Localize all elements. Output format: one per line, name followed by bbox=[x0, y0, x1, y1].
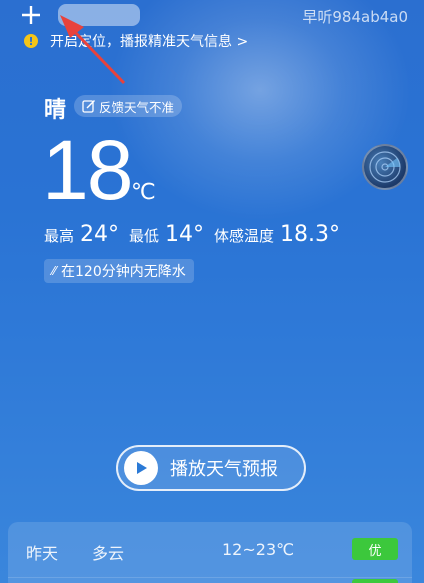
play-icon bbox=[124, 451, 158, 485]
high-value: 24° bbox=[80, 222, 120, 247]
feedback-button[interactable]: 反馈天气不准 bbox=[74, 95, 183, 117]
warning-icon: ! bbox=[24, 34, 38, 48]
high-label: 最高 bbox=[44, 227, 75, 245]
aqi-badge: 优 bbox=[352, 538, 398, 560]
temperature-unit: ℃ bbox=[131, 180, 156, 205]
forecast-day: 昨天 bbox=[26, 544, 59, 563]
feedback-label: 反馈天气不准 bbox=[99, 99, 175, 115]
plus-icon bbox=[22, 6, 40, 24]
top-bar: 早听984ab4a0 bbox=[0, 0, 424, 32]
city-name-redacted[interactable] bbox=[58, 4, 140, 26]
forecast-temp-range: 12~23℃ bbox=[222, 540, 295, 559]
edit-icon bbox=[82, 100, 95, 113]
rain-forecast-text: 在120分钟内无降水 bbox=[61, 264, 186, 280]
location-permission-tip[interactable]: ! 开启定位，播报精准天气信息 > bbox=[24, 31, 248, 51]
play-forecast-label: 播放天气预报 bbox=[170, 459, 278, 480]
low-label: 最低 bbox=[129, 227, 160, 245]
feels-like-label: 体感温度 bbox=[214, 227, 275, 245]
play-forecast-button[interactable]: 播放天气预报 bbox=[116, 445, 306, 491]
weather-condition: 晴 bbox=[44, 98, 67, 123]
account-id: 早听984ab4a0 bbox=[302, 8, 408, 26]
feels-like-value: 18.3° bbox=[280, 222, 341, 247]
current-temperature: 18 bbox=[42, 123, 133, 217]
temperature-stats: 最高 24° 最低 14° 体感温度 18.3° bbox=[44, 222, 350, 247]
low-value: 14° bbox=[165, 222, 205, 247]
location-tip-text: 开启定位，播报精准天气信息 > bbox=[50, 34, 249, 50]
rain-forecast-chip[interactable]: ⁄⁄ 在120分钟内无降水 bbox=[44, 259, 194, 283]
forecast-card: 昨天 多云 12~23℃ 优 bbox=[8, 522, 412, 583]
radar-icon bbox=[369, 151, 401, 183]
aqi-badge-next-row bbox=[352, 579, 398, 583]
radar-button[interactable] bbox=[362, 144, 408, 190]
forecast-condition: 多云 bbox=[92, 544, 125, 563]
add-city-button[interactable] bbox=[20, 4, 42, 26]
forecast-row-yesterday[interactable]: 昨天 多云 12~23℃ 优 bbox=[8, 522, 412, 578]
no-rain-icon: ⁄⁄ bbox=[52, 264, 57, 278]
